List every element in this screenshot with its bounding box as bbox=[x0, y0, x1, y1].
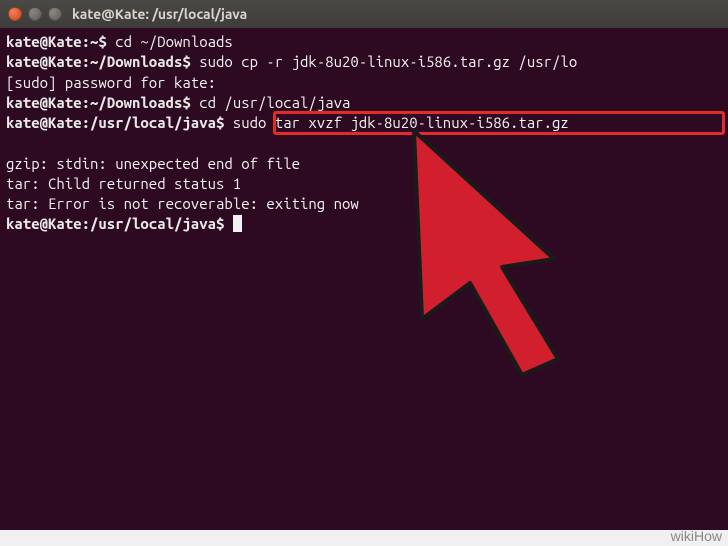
window-title: kate@Kate: /usr/local/java bbox=[72, 6, 247, 22]
terminal-line: kate@Kate:~/Downloads$ sudo cp -r jdk-8u… bbox=[6, 52, 722, 72]
output-text: gzip: stdin: unexpected end of file bbox=[6, 155, 300, 172]
terminal-line: [sudo] password for kate: bbox=[6, 73, 722, 93]
terminal-line: kate@Kate:/usr/local/java$ sudo tar xvzf… bbox=[6, 113, 722, 133]
command: cd /usr/local/java bbox=[191, 94, 351, 111]
prompt: kate@Kate:~/Downloads$ bbox=[6, 53, 191, 70]
titlebar: kate@Kate: /usr/local/java bbox=[0, 0, 728, 28]
command: cd ~/Downloads bbox=[107, 33, 233, 50]
terminal-line: kate@Kate:/usr/local/java$ bbox=[6, 214, 722, 234]
output-text: tar: Error is not recoverable: exiting n… bbox=[6, 195, 359, 212]
terminal-window: kate@Kate: /usr/local/java kate@Kate:~$ … bbox=[0, 0, 728, 530]
watermark: wikiHow bbox=[671, 528, 722, 544]
terminal-body[interactable]: kate@Kate:~$ cd ~/Downloadskate@Kate:~/D… bbox=[0, 28, 728, 530]
terminal-line: kate@Kate:~$ cd ~/Downloads bbox=[6, 32, 722, 52]
maximize-button[interactable] bbox=[48, 7, 62, 21]
terminal-line: tar: Child returned status 1 bbox=[6, 174, 722, 194]
blank-line bbox=[6, 133, 722, 153]
output-text: [sudo] password for kate: bbox=[6, 74, 216, 91]
command bbox=[224, 215, 232, 232]
terminal-line: gzip: stdin: unexpected end of file bbox=[6, 154, 722, 174]
prompt: kate@Kate:~/Downloads$ bbox=[6, 94, 191, 111]
output-text: tar: Child returned status 1 bbox=[6, 175, 241, 192]
prompt: kate@Kate:/usr/local/java$ bbox=[6, 114, 224, 131]
close-button[interactable] bbox=[8, 7, 22, 21]
terminal-line: tar: Error is not recoverable: exiting n… bbox=[6, 194, 722, 214]
command: sudo cp -r jdk-8u20-linux-i586.tar.gz /u… bbox=[191, 53, 577, 70]
cursor bbox=[233, 215, 242, 232]
command: sudo tar xvzf jdk-8u20-linux-i586.tar.gz bbox=[224, 114, 568, 131]
window-buttons bbox=[8, 7, 62, 21]
prompt: kate@Kate:~$ bbox=[6, 33, 107, 50]
prompt: kate@Kate:/usr/local/java$ bbox=[6, 215, 224, 232]
terminal-line: kate@Kate:~/Downloads$ cd /usr/local/jav… bbox=[6, 93, 722, 113]
minimize-button[interactable] bbox=[28, 7, 42, 21]
